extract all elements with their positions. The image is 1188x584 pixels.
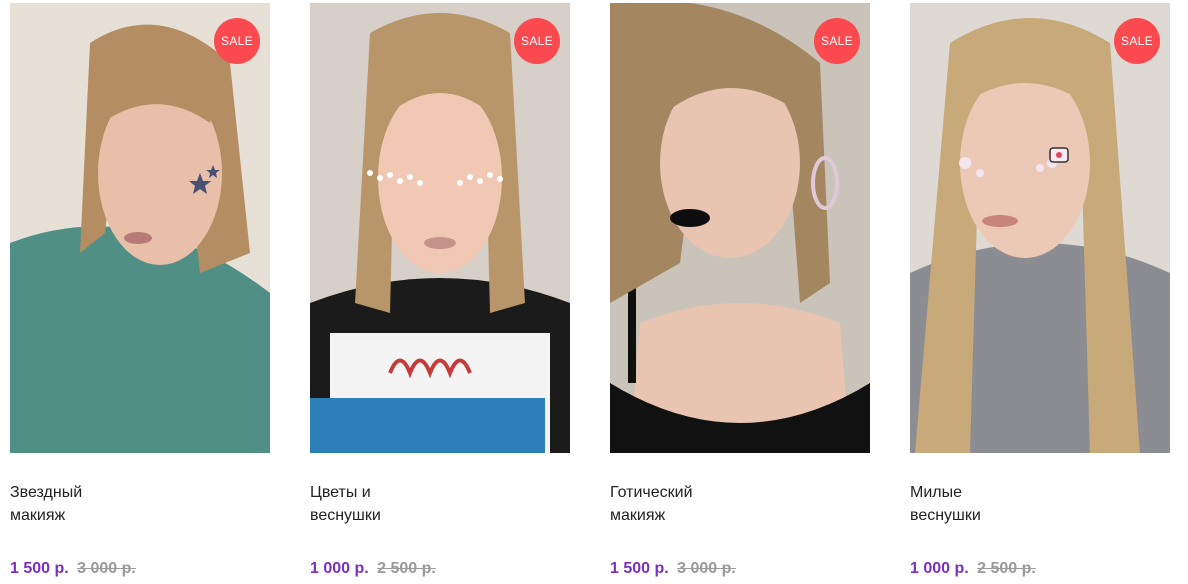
current-price: 1 000 р. xyxy=(310,560,369,577)
face xyxy=(960,68,1090,258)
current-price: 1 000 р. xyxy=(910,560,969,577)
product-title[interactable]: Цветы и веснушки xyxy=(310,481,560,527)
product-prices: 1 500 р. 3 000 р. xyxy=(610,559,736,579)
portrait-illustration xyxy=(310,3,570,453)
sale-badge: SALE xyxy=(814,18,860,64)
lips xyxy=(424,237,456,249)
lips xyxy=(124,232,152,244)
product-card[interactable]: SALE Милые веснушки 1 000 р. 2 500 р. xyxy=(910,0,1172,584)
portrait-illustration xyxy=(610,3,870,453)
product-card[interactable]: SALE Звездный макияж 1 500 р. 3 000 р. xyxy=(10,0,272,584)
old-price: 3 000 р. xyxy=(77,560,136,577)
product-grid: SALE Звездный макияж 1 500 р. 3 000 р. S… xyxy=(0,0,1188,584)
product-photo[interactable]: SALE xyxy=(10,3,270,453)
product-photo[interactable]: SALE xyxy=(910,3,1170,453)
portrait-illustration xyxy=(910,3,1170,453)
old-price: 3 000 р. xyxy=(677,560,736,577)
product-card[interactable]: SALE Готический макияж 1 500 р. 3 000 р. xyxy=(610,0,872,584)
old-price: 2 500 р. xyxy=(977,560,1036,577)
product-title[interactable]: Звездный макияж xyxy=(10,481,260,527)
product-photo[interactable]: SALE xyxy=(610,3,870,453)
product-title[interactable]: Готический макияж xyxy=(610,481,860,527)
old-price: 2 500 р. xyxy=(377,560,436,577)
product-prices: 1 000 р. 2 500 р. xyxy=(910,559,1036,579)
current-price: 1 500 р. xyxy=(10,560,69,577)
product-prices: 1 000 р. 2 500 р. xyxy=(310,559,436,579)
product-prices: 1 500 р. 3 000 р. xyxy=(10,559,136,579)
product-card[interactable]: SALE Цветы и веснушки 1 000 р. 2 500 р. xyxy=(310,0,572,584)
black-lips xyxy=(670,209,710,227)
sale-badge: SALE xyxy=(1114,18,1160,64)
portrait-illustration xyxy=(10,3,270,453)
product-photo[interactable]: SALE xyxy=(310,3,570,453)
product-title[interactable]: Милые веснушки xyxy=(910,481,1160,527)
current-price: 1 500 р. xyxy=(610,560,669,577)
sale-badge: SALE xyxy=(214,18,260,64)
lips xyxy=(982,215,1018,227)
sale-badge: SALE xyxy=(514,18,560,64)
shirt-print-blue xyxy=(310,398,545,453)
